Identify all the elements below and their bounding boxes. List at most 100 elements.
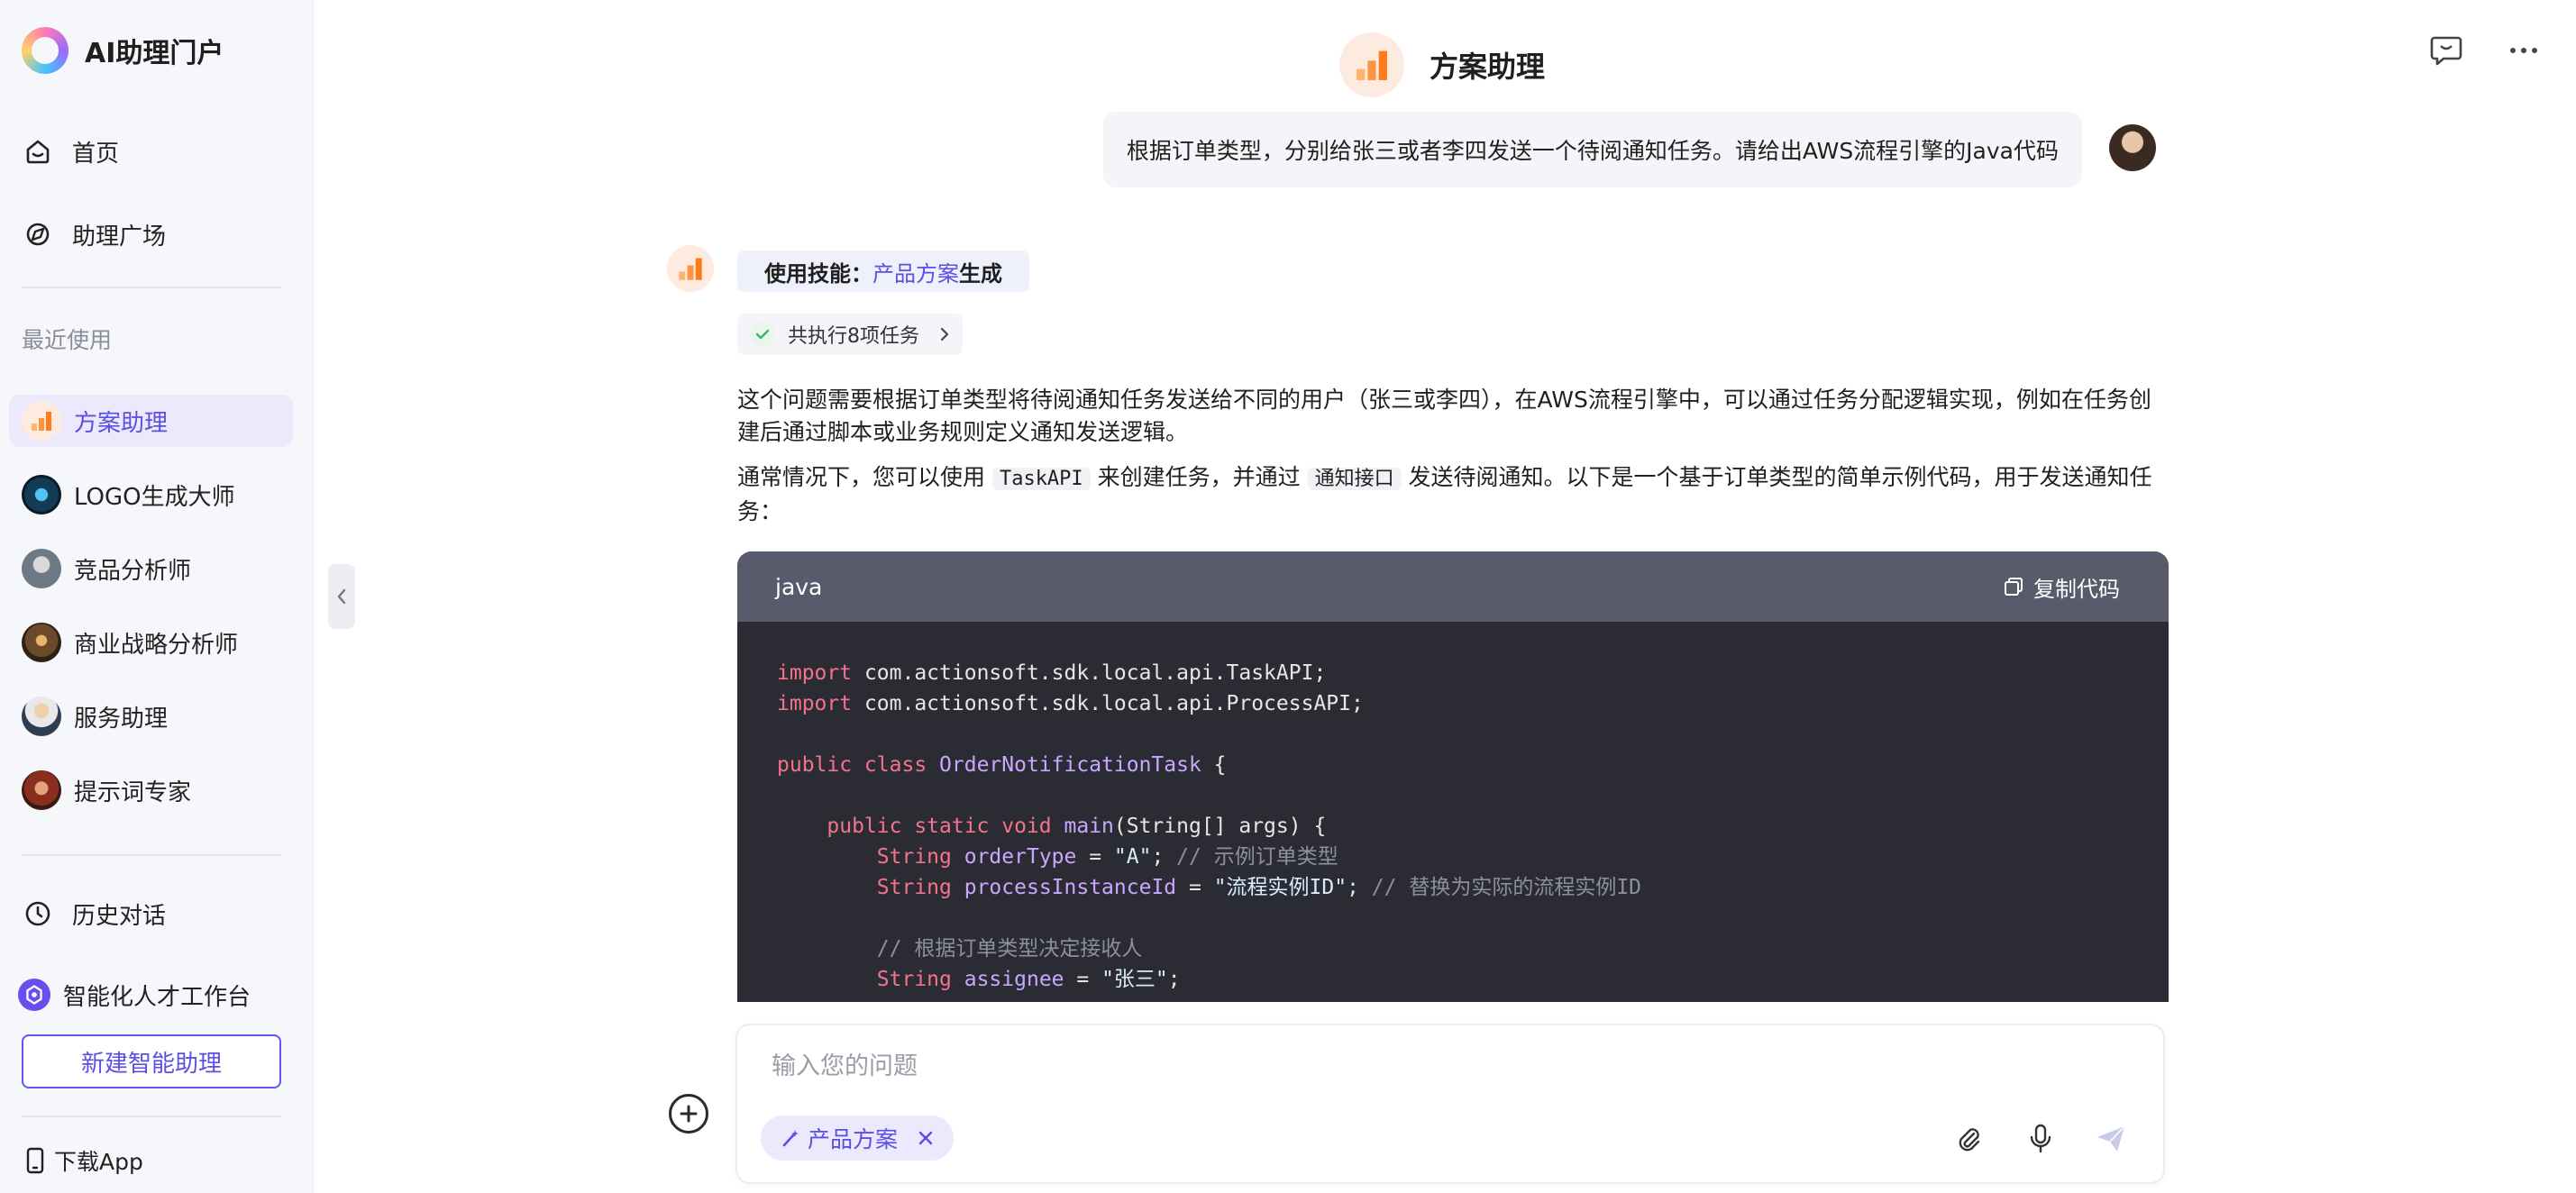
code-token: public class bbox=[777, 753, 927, 777]
code-token: main bbox=[1064, 815, 1114, 838]
code-line: String assignee = "张三"; bbox=[777, 964, 2129, 995]
brand-name: AI助理门户 bbox=[85, 38, 224, 69]
workbench-icon bbox=[18, 979, 50, 1011]
close-icon[interactable] bbox=[918, 1130, 934, 1146]
skill-badge: 使用技能： 产品方案 生成 bbox=[737, 250, 1029, 292]
code-token: // 示例订单类型 bbox=[1176, 845, 1338, 869]
code-token: // 根据订单类型决定接收人 bbox=[876, 937, 1143, 961]
copy-code-button[interactable]: 复制代码 bbox=[2003, 571, 2120, 603]
code-token: String bbox=[876, 876, 952, 899]
code-token: processInstanceId bbox=[964, 876, 1177, 899]
recent-label: 商业战略分析师 bbox=[74, 631, 239, 659]
user-avatar[interactable] bbox=[2109, 124, 2156, 171]
recent-label: 方案助理 bbox=[74, 409, 169, 437]
logo-master-avatar bbox=[22, 475, 61, 515]
para2-text-a: 通常情况下，您可以使用 bbox=[737, 464, 992, 490]
new-chat-plus-icon[interactable] bbox=[669, 1094, 708, 1134]
download-app-label: 下载App bbox=[54, 1149, 143, 1175]
service-assistant-avatar bbox=[22, 697, 61, 736]
code-block: java 复制代码 import com.actionsoft.sdk.loca… bbox=[737, 551, 2169, 1002]
recent-item-prompt-expert[interactable]: 提示词专家 bbox=[9, 764, 293, 816]
recent-label: 竞品分析师 bbox=[74, 557, 192, 585]
code-token: com.actionsoft.sdk.local.api.ProcessAPI; bbox=[852, 692, 1364, 715]
feedback-icon[interactable] bbox=[2428, 32, 2464, 68]
recent-item-competitor-analyst[interactable]: 竞品分析师 bbox=[9, 542, 293, 595]
chevron-left-icon bbox=[337, 588, 346, 605]
solution-assistant-avatar bbox=[22, 401, 61, 441]
competitor-analyst-avatar bbox=[22, 549, 61, 588]
page-title: 方案助理 bbox=[1430, 50, 1546, 84]
recent-item-logo-master[interactable]: LOGO生成大师 bbox=[9, 469, 293, 521]
recent-item-solution-assistant[interactable]: 方案助理 bbox=[9, 395, 293, 447]
code-line: // 根据订单类型决定接收人 bbox=[777, 933, 2129, 964]
history-icon bbox=[22, 897, 54, 930]
code-token: // 替换为实际的流程实例ID bbox=[1371, 876, 1642, 899]
nav-label-history: 历史对话 bbox=[72, 902, 167, 930]
sidebar-divider bbox=[22, 1116, 281, 1117]
code-line: public class OrderNotificationTask { bbox=[777, 750, 2129, 780]
nav-item-history[interactable]: 历史对话 bbox=[22, 888, 292, 939]
nav-item-home[interactable]: 首页 bbox=[22, 126, 292, 177]
user-message-bubble: 根据订单类型，分别给张三或者李四发送一个待阅通知任务。请给出AWS流程引擎的Ja… bbox=[1102, 112, 2082, 187]
code-token: "A" bbox=[1113, 845, 1152, 869]
skill-suffix: 生成 bbox=[959, 260, 1002, 287]
plaza-icon bbox=[22, 218, 54, 250]
code-token: = bbox=[1076, 845, 1114, 869]
recent-label: LOGO生成大师 bbox=[74, 483, 235, 511]
nav-label-home: 首页 bbox=[72, 140, 120, 168]
inline-code-notify: 通知接口 bbox=[1307, 468, 1402, 490]
code-token: = bbox=[1176, 876, 1214, 899]
recent-item-strategy-analyst[interactable]: 商业战略分析师 bbox=[9, 616, 293, 669]
copy-code-label: 复制代码 bbox=[2033, 576, 2120, 602]
code-token: ; bbox=[1151, 845, 1177, 869]
code-token: ; bbox=[1167, 968, 1181, 991]
brand-logo-icon bbox=[22, 27, 69, 74]
nav-item-workbench[interactable]: 智能化人才工作台 bbox=[18, 970, 288, 1020]
code-line: String orderType = "A"; // 示例订单类型 bbox=[777, 842, 2129, 872]
nav-label-workbench: 智能化人才工作台 bbox=[63, 983, 251, 1011]
tasks-summary-button[interactable]: 共执行8项任务 bbox=[737, 314, 963, 355]
brand[interactable]: AI助理门户 bbox=[22, 27, 224, 74]
answer-paragraph-1: 这个问题需要根据订单类型将待阅通知任务发送给不同的用户（张三或李四），在AWS流… bbox=[737, 387, 2151, 445]
more-icon[interactable] bbox=[2506, 32, 2542, 68]
question-input[interactable] bbox=[772, 1043, 2033, 1088]
code-language-label: java bbox=[775, 573, 823, 600]
strategy-analyst-avatar bbox=[22, 623, 61, 662]
download-app-link[interactable]: 下载App bbox=[25, 1144, 143, 1177]
mic-icon[interactable] bbox=[2024, 1123, 2057, 1155]
sidebar: AI助理门户 首页 助理广场 最近使用 方案助理 LOGO生成大师 竞品分析师 … bbox=[0, 0, 314, 1193]
prompt-expert-avatar bbox=[22, 770, 61, 810]
code-token: import bbox=[777, 661, 853, 685]
code-token: "张三" bbox=[1101, 968, 1168, 991]
chat-header: 方案助理 bbox=[1339, 32, 1545, 97]
assistant-avatar bbox=[1339, 32, 1404, 97]
collapse-sidebar-button[interactable] bbox=[328, 564, 355, 629]
new-assistant-button[interactable]: 新建智能助理 bbox=[22, 1034, 281, 1088]
sidebar-divider bbox=[22, 854, 281, 856]
recent-label: 提示词专家 bbox=[74, 779, 192, 806]
send-icon[interactable] bbox=[2095, 1123, 2127, 1155]
nav-item-plaza[interactable]: 助理广场 bbox=[22, 209, 292, 260]
code-token: orderType bbox=[964, 845, 1077, 869]
code-token: OrderNotificationTask bbox=[939, 753, 1201, 777]
chevron-right-icon bbox=[940, 327, 949, 342]
code-token: { bbox=[1201, 753, 1227, 777]
recent-section-title: 最近使用 bbox=[22, 327, 113, 353]
phone-icon bbox=[26, 1147, 44, 1174]
nav-label-plaza: 助理广场 bbox=[72, 223, 167, 250]
skill-name[interactable]: 产品方案 bbox=[872, 256, 959, 287]
sidebar-divider bbox=[22, 287, 281, 288]
code-line: import com.actionsoft.sdk.local.api.Task… bbox=[777, 658, 2129, 688]
code-token: ; bbox=[1347, 876, 1372, 899]
code-token: String bbox=[876, 845, 952, 869]
skill-chip[interactable]: 产品方案 bbox=[761, 1116, 955, 1161]
code-token: com.actionsoft.sdk.local.api.TaskAPI; bbox=[852, 661, 1327, 685]
skill-chip-label: 产品方案 bbox=[808, 1126, 899, 1152]
recent-item-service-assistant[interactable]: 服务助理 bbox=[9, 690, 293, 742]
attach-icon[interactable] bbox=[1952, 1123, 1985, 1155]
code-token: "流程实例ID" bbox=[1213, 876, 1347, 899]
code-token: public static void bbox=[827, 815, 1052, 838]
